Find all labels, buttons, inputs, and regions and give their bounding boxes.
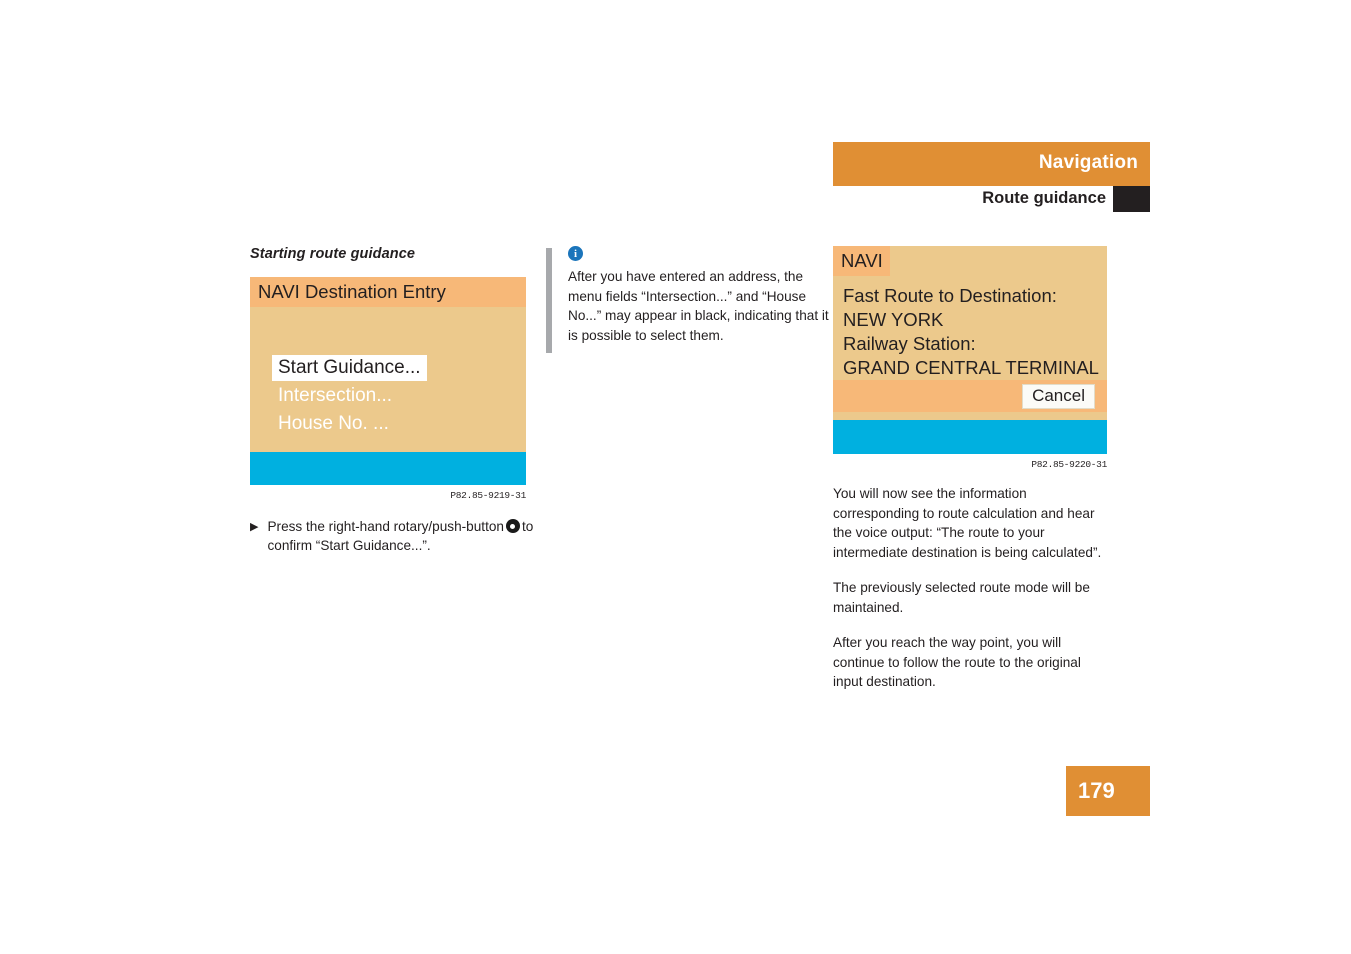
nav-screen-button-bar: Cancel	[833, 380, 1107, 412]
instruction-text: Press the right-hand rotary/push-button t…	[267, 517, 540, 555]
figure-caption-right: P82.85-9220-31	[1031, 459, 1107, 470]
cancel-button[interactable]: Cancel	[1022, 383, 1095, 409]
nav-screen-titlebar: NAVI Destination Entry	[250, 277, 526, 307]
right-column: NAVI Fast Route to Destination: NEW YORK…	[833, 246, 1118, 708]
nav-menu-item-house-no[interactable]: House No. ...	[272, 411, 395, 437]
nav-message-line: Fast Route to Destination:	[843, 285, 1057, 306]
instruction-text-before: Press the right-hand rotary/push-button	[267, 519, 504, 534]
nav-message-line: GRAND CENTRAL TERMINAL	[843, 357, 1099, 378]
middle-column: i After you have entered an address, the…	[546, 246, 836, 353]
page-title: Navigation	[1038, 152, 1138, 173]
bullet-marker-icon: ▶	[250, 521, 259, 533]
header-subtitle-row: Route guidance	[833, 186, 1150, 214]
left-column: Starting route guidance NAVI Destination…	[250, 246, 540, 555]
info-note-text: After you have entered an address, the m…	[568, 269, 829, 343]
page-number-badge: 179	[1066, 766, 1150, 816]
note-accent-bar	[546, 248, 552, 353]
header-band: Navigation	[833, 142, 1150, 186]
rotary-push-button-icon	[505, 519, 520, 533]
nav-menu-item-start-guidance[interactable]: Start Guidance...	[272, 355, 427, 381]
section-subtitle: Route guidance	[982, 189, 1106, 207]
body-paragraph: You will now see the information corresp…	[833, 486, 1102, 560]
manual-page: Navigation Route guidance Starting route…	[0, 0, 1351, 954]
nav-message-line: Railway Station:	[843, 333, 976, 354]
page-number: 179	[1078, 778, 1115, 803]
body-paragraph: The previously selected route mode will …	[833, 580, 1090, 615]
nav-screen-status-bar	[833, 420, 1107, 454]
info-note: i After you have entered an address, the…	[546, 246, 836, 353]
nav-screen-route-calculation: NAVI Fast Route to Destination: NEW YORK…	[833, 246, 1107, 454]
nav-screen-title: NAVI	[841, 250, 883, 271]
section-heading: Starting route guidance	[250, 246, 416, 262]
nav-menu-item-intersection[interactable]: Intersection...	[272, 383, 398, 409]
figure-caption-left: P82.85-9219-31	[450, 490, 526, 501]
chapter-tab-marker	[1113, 186, 1150, 212]
nav-message-line: NEW YORK	[843, 309, 944, 330]
nav-screen-titlebar-tag: NAVI	[833, 246, 890, 276]
info-icon: i	[568, 246, 583, 261]
body-paragraph: After you reach the way point, you will …	[833, 635, 1081, 689]
instruction-bullet: ▶ Press the right-hand rotary/push-butto…	[250, 517, 540, 555]
nav-menu-list: Start Guidance... Intersection... House …	[272, 355, 427, 437]
nav-screen-status-bar	[250, 452, 526, 485]
nav-screen-title: NAVI Destination Entry	[258, 281, 446, 302]
nav-screen-destination-entry: NAVI Destination Entry Start Guidance...…	[250, 277, 526, 485]
